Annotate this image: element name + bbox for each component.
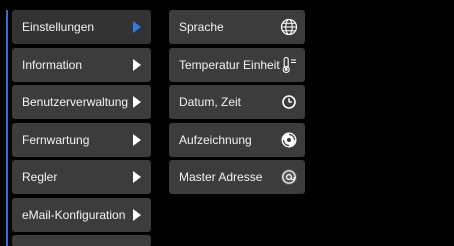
- chevron-right-icon: [133, 58, 141, 71]
- menu-item-information[interactable]: Information: [12, 47, 151, 82]
- main-menu: Einstellungen Information Benutzerverwal…: [12, 10, 151, 246]
- submenu-item-datum-zeit[interactable]: Datum, Zeit: [169, 85, 305, 119]
- active-section-indicator: [6, 10, 8, 246]
- settings-submenu: Sprache Temperatur Einheit Datum, Zeit A…: [169, 10, 305, 198]
- submenu-item-label: Datum, Zeit: [179, 95, 242, 109]
- menu-item-label: Benutzerverwaltung: [22, 95, 129, 109]
- submenu-item-aufzeichnung[interactable]: Aufzeichnung: [169, 122, 305, 157]
- submenu-item-master-adresse[interactable]: Master Adresse: [169, 160, 305, 194]
- chevron-right-icon: [133, 208, 141, 221]
- chevron-right-icon: [133, 133, 141, 146]
- globe-icon: [280, 18, 298, 36]
- at-sign-icon: [280, 168, 298, 186]
- menu-item-regler[interactable]: Regler: [12, 160, 151, 194]
- menu-item-label: Einstellungen: [22, 20, 95, 34]
- menu-item-partial[interactable]: [12, 235, 151, 246]
- submenu-item-sprache[interactable]: Sprache: [169, 10, 305, 44]
- submenu-item-label: Temperatur Einheit: [179, 57, 280, 72]
- clock-icon: [280, 93, 298, 111]
- chevron-right-icon: [133, 21, 141, 33]
- menu-item-label: eMail-Konfiguration: [22, 207, 126, 222]
- submenu-item-label: Sprache: [179, 20, 224, 34]
- settings-screen: Einstellungen Information Benutzerverwal…: [0, 0, 454, 246]
- chevron-right-icon: [133, 96, 141, 108]
- menu-item-label: Information: [22, 57, 83, 72]
- thermometer-icon: [280, 56, 298, 74]
- menu-item-benutzerverwaltung[interactable]: Benutzerverwaltung: [12, 85, 151, 119]
- record-disc-icon: [280, 131, 298, 149]
- menu-item-email-konfiguration[interactable]: eMail-Konfiguration: [12, 197, 151, 232]
- submenu-item-label: Master Adresse: [179, 170, 263, 184]
- menu-item-label: Fernwartung: [22, 132, 90, 147]
- submenu-item-temperatur-einheit[interactable]: Temperatur Einheit: [169, 47, 305, 82]
- chevron-right-icon: [133, 171, 141, 183]
- menu-item-label: Regler: [22, 170, 58, 184]
- menu-item-fernwartung[interactable]: Fernwartung: [12, 122, 151, 157]
- submenu-item-label: Aufzeichnung: [179, 132, 252, 147]
- menu-item-einstellungen[interactable]: Einstellungen: [12, 10, 151, 44]
